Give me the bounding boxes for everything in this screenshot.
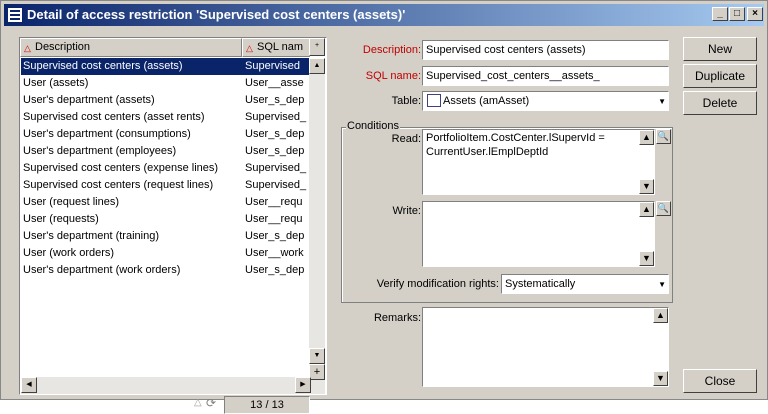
cell-description: Supervised cost centers (expense lines)	[23, 162, 219, 174]
close-window-button[interactable]: ×	[747, 7, 763, 21]
list-item[interactable]: User's department (training) User_s_dep	[21, 228, 311, 245]
description-label: Description:	[362, 44, 421, 56]
cell-sqlname: User_s_dep	[245, 94, 305, 106]
new-button[interactable]: New	[683, 37, 757, 61]
cell-sqlname: User_s_dep	[245, 145, 305, 157]
list-item[interactable]: User (request lines) User__requ	[21, 194, 311, 211]
list-rows: Supervised cost centers (assets) Supervis…	[21, 58, 311, 374]
list-item[interactable]: Supervised cost centers (assets) Supervis…	[21, 58, 311, 75]
list-horizontal-scrollbar[interactable]: ◀ ▶	[21, 377, 311, 394]
column-header-sqlname[interactable]: △ SQL nam	[242, 38, 310, 57]
list-item[interactable]: User's department (work orders) User_s_de…	[21, 262, 311, 279]
read-query-builder-icon[interactable]: 🔍	[656, 129, 671, 144]
cell-sqlname: Supervised	[245, 60, 301, 72]
record-count: 13 / 13	[224, 396, 310, 414]
cell-sqlname: User_s_dep	[245, 230, 305, 242]
scroll-down-arrow-icon[interactable]: ▼	[309, 348, 325, 364]
write-label: Write:	[392, 205, 421, 217]
scroll-right-arrow-icon[interactable]: ▶	[295, 377, 311, 393]
scroll-up-arrow-icon[interactable]: ▲	[309, 58, 325, 74]
scroll-up-arrow-icon[interactable]: ▲	[639, 130, 654, 145]
remarks-label: Remarks:	[373, 312, 421, 324]
cell-description: User (request lines)	[23, 196, 119, 208]
list-item[interactable]: Supervised cost centers (asset rents) Sup…	[21, 109, 311, 126]
list-item[interactable]: Supervised cost centers (request lines) S…	[21, 177, 311, 194]
add-column-icon[interactable]: +	[309, 364, 325, 380]
dropdown-arrow-icon[interactable]: ▼	[658, 276, 666, 293]
verify-modification-select[interactable]: Systematically ▼	[501, 274, 669, 294]
column-label: Description	[35, 41, 91, 53]
list-item[interactable]: User's department (assets) User_s_dep	[21, 92, 311, 109]
cell-description: User's department (assets)	[23, 94, 155, 106]
cell-sqlname: User__work	[245, 247, 304, 259]
scroll-down-arrow-icon[interactable]: ▼	[639, 179, 654, 194]
cell-description: User (assets)	[23, 77, 89, 89]
cell-description: Supervised cost centers (assets)	[23, 60, 183, 72]
read-condition-line: CurrentUser.lEmplDeptId	[426, 146, 549, 158]
delete-button[interactable]: Delete	[683, 91, 757, 115]
cell-sqlname: User__asse	[245, 77, 304, 89]
table-icon	[427, 94, 441, 107]
sort-indicator-icon: △	[246, 43, 253, 53]
column-header-description[interactable]: △ Description	[20, 38, 242, 57]
minimize-button[interactable]: _	[712, 7, 728, 21]
verify-label: Verify modification rights:	[376, 278, 499, 290]
write-query-builder-icon[interactable]: 🔍	[656, 201, 671, 216]
app-icon	[7, 7, 23, 23]
title-bar[interactable]: Detail of access restriction 'Supervised…	[4, 4, 764, 26]
read-condition-line: PortfolioItem.CostCenter.lSupervId =	[426, 132, 605, 144]
list-item[interactable]: User (work orders) User__work	[21, 245, 311, 262]
cell-description: Supervised cost centers (request lines)	[23, 179, 214, 191]
cell-description: User's department (employees)	[23, 145, 177, 157]
cell-sqlname: User__requ	[245, 213, 303, 225]
sqlname-field[interactable]: Supervised_cost_centers__assets_	[422, 66, 669, 86]
close-button[interactable]: Close	[683, 369, 757, 393]
read-label: Read:	[391, 133, 421, 145]
scroll-up-arrow-icon[interactable]: ▲	[653, 308, 668, 323]
cell-description: User (work orders)	[23, 247, 115, 259]
list-item[interactable]: User's department (employees) User_s_dep	[21, 143, 311, 160]
scroll-up-arrow-icon[interactable]: ▲	[639, 202, 654, 217]
table-label: Table:	[391, 95, 421, 107]
remarks-field[interactable]: ▲ ▼	[422, 307, 669, 387]
duplicate-button[interactable]: Duplicate	[683, 64, 757, 88]
sort-up-icon[interactable]: △	[194, 397, 202, 408]
sort-indicator-icon: △	[24, 43, 31, 53]
cell-description: User's department (work orders)	[23, 264, 181, 276]
column-chooser-icon[interactable]: +	[309, 38, 325, 56]
cell-description: User's department (training)	[23, 230, 159, 242]
maximize-button[interactable]: □	[729, 7, 745, 21]
cell-sqlname: Supervised_	[245, 179, 307, 191]
cell-sqlname: Supervised_	[245, 162, 307, 174]
sqlname-label: SQL name:	[365, 70, 421, 82]
list-item[interactable]: User (assets) User__asse	[21, 75, 311, 92]
dropdown-arrow-icon[interactable]: ▼	[658, 93, 666, 110]
scroll-left-arrow-icon[interactable]: ◀	[21, 377, 37, 393]
scroll-down-arrow-icon[interactable]: ▼	[639, 251, 654, 266]
dialog-window: Detail of access restriction 'Supervised…	[0, 0, 768, 414]
cell-description: User's department (consumptions)	[23, 128, 191, 140]
cell-sqlname: User_s_dep	[245, 128, 305, 140]
cell-description: Supervised cost centers (asset rents)	[23, 111, 205, 123]
window-title: Detail of access restriction 'Supervised…	[27, 7, 406, 22]
table-select[interactable]: Assets (amAsset) ▼	[422, 91, 669, 111]
write-condition-field[interactable]: ▲ ▼	[422, 201, 655, 267]
scroll-down-arrow-icon[interactable]: ▼	[653, 371, 668, 386]
list-item[interactable]: User's department (consumptions) User_s_d…	[21, 126, 311, 143]
list-item[interactable]: User (requests) User__requ	[21, 211, 311, 228]
cell-description: User (requests)	[23, 213, 99, 225]
refresh-icon[interactable]: ⟳	[206, 396, 216, 410]
restriction-list[interactable]: △ Description △ SQL nam Supervised cost …	[19, 37, 327, 414]
cell-sqlname: User__requ	[245, 196, 303, 208]
list-status-bar: △ ⟳ 13 / 13	[20, 395, 328, 414]
description-field[interactable]: Supervised cost centers (assets)	[422, 40, 669, 60]
verify-value: Systematically	[505, 278, 576, 290]
read-condition-field[interactable]: PortfolioItem.CostCenter.lSupervId = Cur…	[422, 129, 655, 195]
list-item[interactable]: Supervised cost centers (expense lines) S…	[21, 160, 311, 177]
list-vertical-scrollbar[interactable]: + ▲ ▼ +	[309, 38, 325, 394]
table-value: Assets (amAsset)	[443, 95, 530, 107]
column-label: SQL nam	[257, 41, 304, 53]
cell-sqlname: User_s_dep	[245, 264, 305, 276]
cell-sqlname: Supervised_	[245, 111, 307, 123]
